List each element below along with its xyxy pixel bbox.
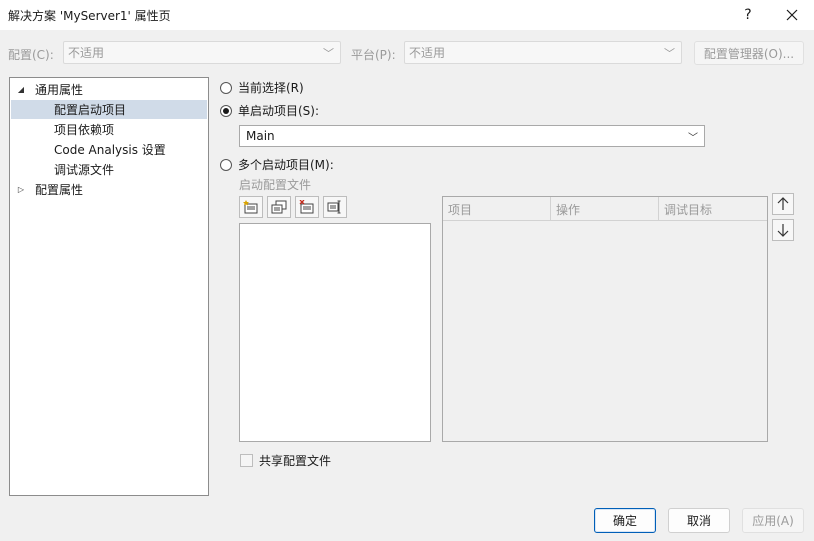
single-startup-label: 单启动项目(S): <box>238 104 320 118</box>
radio-button[interactable] <box>220 158 232 171</box>
config-value: 不适用 <box>68 46 105 60</box>
tree-item-label: 调试源文件 <box>54 163 115 177</box>
help-button[interactable]: ? <box>726 0 770 30</box>
delete-profile-button[interactable] <box>295 196 319 218</box>
cancel-button[interactable]: 取消 <box>668 508 730 533</box>
collapse-icon[interactable]: ▷ <box>15 185 27 194</box>
arrow-up-icon <box>777 197 789 210</box>
rename-profile-icon <box>327 200 341 214</box>
close-button[interactable] <box>770 0 814 30</box>
platform-value: 不适用 <box>409 46 446 60</box>
radio-button[interactable] <box>220 81 232 94</box>
platform-combo[interactable]: 不适用 ﹀ <box>404 41 682 64</box>
config-combo[interactable]: 不适用 ﹀ <box>63 41 341 64</box>
tree-item-project-dependencies[interactable]: 项目依赖项 <box>11 120 207 139</box>
startup-projects-grid[interactable]: 项目 操作 调试目标 <box>442 196 768 442</box>
window-title: 解决方案 'MyServer1' 属性页 <box>8 9 171 23</box>
tree-item-label: Code Analysis 设置 <box>54 143 166 157</box>
tree-item-label: 项目依赖项 <box>54 123 115 137</box>
tree-item-label: 配置启动项目 <box>54 103 127 117</box>
arrow-down-icon <box>777 224 789 237</box>
close-icon <box>786 9 798 21</box>
move-up-button[interactable] <box>772 193 794 215</box>
configuration-manager-button[interactable]: 配置管理器(O)... <box>694 41 804 65</box>
tree-item-startup-project[interactable]: 配置启动项目 <box>11 100 207 119</box>
copy-profile-icon <box>271 200 287 214</box>
chevron-down-icon: ﹀ <box>323 47 334 60</box>
grid-header: 项目 操作 调试目标 <box>443 197 767 221</box>
move-down-button[interactable] <box>772 219 794 241</box>
new-profile-button[interactable] <box>239 196 263 218</box>
tree-item-label: 通用属性 <box>35 83 84 97</box>
config-label: 配置(C): <box>8 48 54 62</box>
single-startup-project-combo[interactable]: Main ﹀ <box>239 125 705 147</box>
current-selection-label: 当前选择(R) <box>238 81 304 95</box>
single-startup-radio[interactable]: 单启动项目(S): <box>220 102 319 119</box>
tree-item-configuration-properties[interactable]: ▷ 配置属性 <box>11 180 207 199</box>
tree-item-debug-source-files[interactable]: 调试源文件 <box>11 160 207 179</box>
radio-button[interactable] <box>220 104 232 117</box>
column-header-project[interactable]: 项目 <box>443 197 551 221</box>
copy-profile-button[interactable] <box>267 196 291 218</box>
chevron-down-icon: ﹀ <box>664 47 675 60</box>
platform-label: 平台(P): <box>351 48 396 62</box>
tree-item-label: 配置属性 <box>35 183 84 197</box>
launch-profiles-label: 启动配置文件 <box>239 178 312 192</box>
rename-profile-button[interactable] <box>323 196 347 218</box>
new-profile-icon <box>243 200 258 214</box>
ok-button[interactable]: 确定 <box>594 508 656 533</box>
title-bar: 解决方案 'MyServer1' 属性页 ? <box>0 0 814 30</box>
chevron-down-icon: ﹀ <box>688 133 698 144</box>
property-tree: ◢ 通用属性 配置启动项目 项目依赖项 Code Analysis 设置 调试源… <box>9 77 209 496</box>
expand-icon[interactable]: ◢ <box>15 85 27 94</box>
multiple-startup-label: 多个启动项目(M): <box>238 158 334 172</box>
tree-item-code-analysis[interactable]: Code Analysis 设置 <box>11 140 207 159</box>
launch-profiles-list[interactable] <box>239 223 431 442</box>
column-header-debug-target[interactable]: 调试目标 <box>659 197 767 221</box>
share-profile-checkbox[interactable] <box>240 454 253 467</box>
column-header-action[interactable]: 操作 <box>551 197 659 221</box>
multiple-startup-radio[interactable]: 多个启动项目(M): <box>220 156 334 173</box>
delete-profile-icon <box>299 200 314 214</box>
current-selection-radio[interactable]: 当前选择(R) <box>220 79 304 96</box>
share-profile-label: 共享配置文件 <box>259 454 332 468</box>
single-startup-value: Main <box>246 129 275 143</box>
apply-button[interactable]: 应用(A) <box>742 508 804 533</box>
tree-item-common-properties[interactable]: ◢ 通用属性 <box>11 80 207 99</box>
share-profile-checkbox-row[interactable]: 共享配置文件 <box>240 452 331 469</box>
